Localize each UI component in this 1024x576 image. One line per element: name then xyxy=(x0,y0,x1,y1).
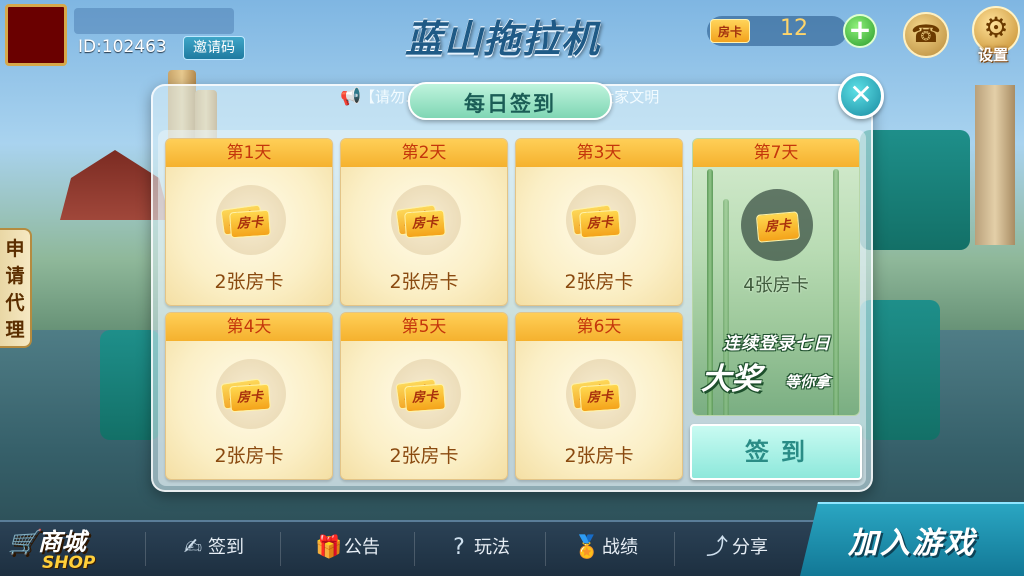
room-card-icon: 房卡 xyxy=(710,19,750,43)
reward-text: 2张房卡 xyxy=(564,271,634,293)
reward-text: 2张房卡 xyxy=(389,445,459,467)
room-card-icon: 房卡 xyxy=(579,383,621,413)
day-label: 第3天 xyxy=(516,139,682,167)
reward-text: 2张房卡 xyxy=(564,445,634,467)
background-table xyxy=(860,130,970,250)
cart-icon: 🛒 xyxy=(8,528,38,556)
day-card-1: 第1天 房卡 房卡 2张房卡 xyxy=(165,138,333,306)
add-cards-button[interactable]: + xyxy=(843,14,877,48)
promo-big-text: 大奖 xyxy=(701,362,761,397)
day-card-3: 第3天 房卡 房卡 2张房卡 xyxy=(515,138,683,306)
reward-text: 2张房卡 xyxy=(389,271,459,293)
background-monument xyxy=(975,85,1015,245)
share-icon: ⤴ xyxy=(705,535,728,560)
shop-label[interactable]: 🛒商城 xyxy=(8,522,86,557)
nav-label: 战绩 xyxy=(602,537,638,558)
day-card-7: 第7天 房卡 4张房卡 连续登录七日 大奖 等你拿 xyxy=(692,138,860,416)
nav-label: 签到 xyxy=(208,537,244,558)
day-label: 第4天 xyxy=(166,313,332,341)
join-game-label[interactable]: 加入游戏 xyxy=(848,518,976,562)
nav-announcement[interactable]: 🎁公告 xyxy=(314,530,380,566)
apply-agent-tab[interactable]: 申请代理 xyxy=(0,228,32,348)
avatar[interactable] xyxy=(5,4,67,66)
day-card-6: 第6天 房卡 房卡 2张房卡 xyxy=(515,312,683,480)
room-card-count: 12 xyxy=(780,16,808,41)
settings-label[interactable]: 设置 xyxy=(978,44,1008,65)
medal-icon: 🏅 xyxy=(573,535,601,560)
reward-text: 2张房卡 xyxy=(214,271,284,293)
pen-icon: ✍ xyxy=(183,535,203,560)
nav-label: 玩法 xyxy=(474,537,510,558)
room-card-icon: 房卡 xyxy=(755,211,801,243)
promo-text: 连续登录七日 xyxy=(723,334,831,354)
day-card-2: 第2天 房卡 房卡 2张房卡 xyxy=(340,138,508,306)
promo-small-text: 等你拿 xyxy=(785,373,831,391)
nav-records[interactable]: 🏅战绩 xyxy=(572,530,638,566)
room-card-icon: 房卡 xyxy=(229,209,271,239)
nav-rules[interactable]: ? 玩法 xyxy=(444,530,510,566)
day-card-4: 第4天 房卡 房卡 2张房卡 xyxy=(165,312,333,480)
phone-icon[interactable]: ☎ xyxy=(903,12,949,58)
room-card-icon: 房卡 xyxy=(229,383,271,413)
room-card-icon: 房卡 xyxy=(579,209,621,239)
sign-in-button[interactable]: 签到 xyxy=(690,424,862,480)
game-title: 蓝山拖拉机 xyxy=(405,17,601,61)
gift-icon: 🎁 xyxy=(315,535,343,560)
reward-text: 2张房卡 xyxy=(214,445,284,467)
room-card-icon: 房卡 xyxy=(404,209,446,239)
day-label: 第7天 xyxy=(693,139,859,167)
dialog-title: 每日签到 xyxy=(464,92,556,116)
nav-label: 分享 xyxy=(732,537,768,558)
nav-signin[interactable]: ✍ 签到 xyxy=(178,530,244,566)
username-bar xyxy=(74,8,234,34)
question-icon: ? xyxy=(453,535,465,560)
room-card-icon: 房卡 xyxy=(404,383,446,413)
nav-share[interactable]: ⤴ 分享 xyxy=(702,530,768,566)
shop-label-text: 商城 xyxy=(37,528,86,556)
day-card-5: 第5天 房卡 房卡 2张房卡 xyxy=(340,312,508,480)
close-icon[interactable]: ✕ xyxy=(838,73,884,119)
day-label: 第6天 xyxy=(516,313,682,341)
day-label: 第5天 xyxy=(341,313,507,341)
day-label: 第2天 xyxy=(341,139,507,167)
reward-text: 4张房卡 xyxy=(743,275,809,296)
nav-label: 公告 xyxy=(344,537,380,558)
invite-code-button[interactable]: 邀请码 xyxy=(183,36,245,60)
shop-label-en[interactable]: SHOP xyxy=(42,553,95,573)
day-label: 第1天 xyxy=(166,139,332,167)
user-id: ID:102463 xyxy=(78,37,167,57)
